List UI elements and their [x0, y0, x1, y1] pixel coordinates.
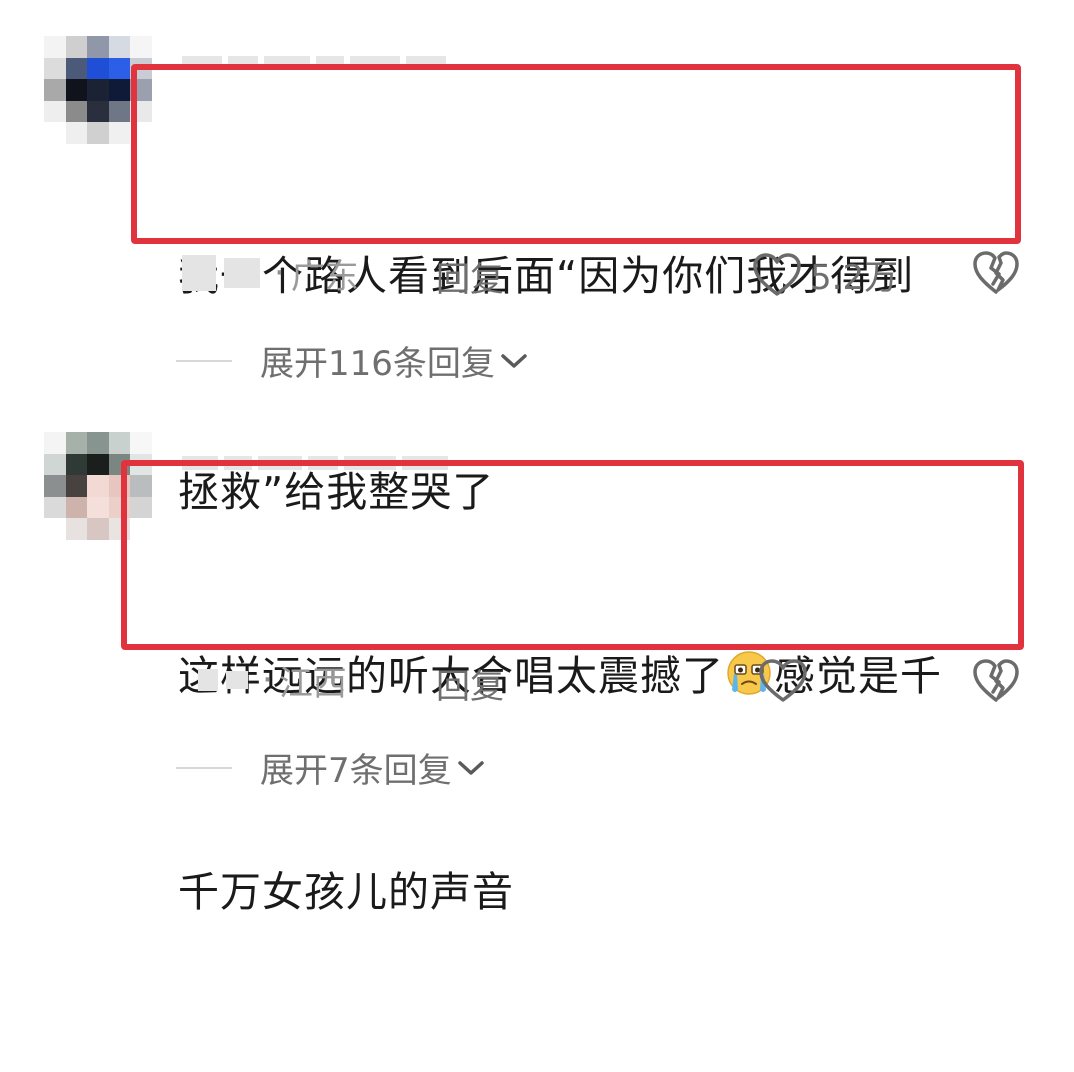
comment-text-line: 千万女孩儿的声音	[178, 868, 514, 916]
like-button[interactable]: 5.2万	[752, 250, 898, 299]
redacted-block	[224, 258, 260, 288]
censor-overlay	[362, 112, 452, 152]
redacted-block	[182, 255, 216, 291]
reply-button[interactable]: 回复	[436, 252, 504, 301]
heart-outline-icon	[759, 659, 807, 702]
redacted-block	[198, 669, 218, 691]
dislike-button[interactable]	[972, 250, 1020, 300]
like-count: 5.2万	[810, 258, 899, 298]
chevron-down-icon	[457, 760, 484, 775]
redacted-block	[226, 671, 248, 689]
chevron-down-icon	[501, 353, 527, 368]
location-label: 广东	[290, 256, 359, 297]
broken-heart-icon	[973, 659, 1019, 702]
comment-1: 我一个路人看到后面“因为你们我才得到 拯救”给我整哭了 · 广东 回复 5.2万…	[0, 0, 1074, 516]
comment-meta: · 广东	[182, 248, 359, 298]
meta-separator: ·	[274, 253, 285, 293]
location-label: 江西	[278, 663, 347, 704]
heart-outline-icon	[753, 252, 801, 296]
meta-separator: ·	[262, 660, 273, 700]
divider-line	[176, 359, 232, 362]
like-button[interactable]	[758, 658, 816, 704]
comment-2: 这样远远的听大合唱太震撼了 感觉是千 千万女孩儿的声音 · 江西 回复 展开7条…	[0, 400, 1074, 916]
reply-button[interactable]: 回复	[436, 659, 504, 708]
expand-replies-button[interactable]: 展开116条回复	[176, 336, 529, 385]
divider-line	[176, 766, 232, 769]
dislike-button[interactable]	[972, 658, 1020, 708]
broken-heart-icon	[973, 251, 1019, 294]
comment-meta: · 江西	[198, 655, 347, 705]
expand-replies-label: 展开116条回复	[260, 344, 495, 384]
